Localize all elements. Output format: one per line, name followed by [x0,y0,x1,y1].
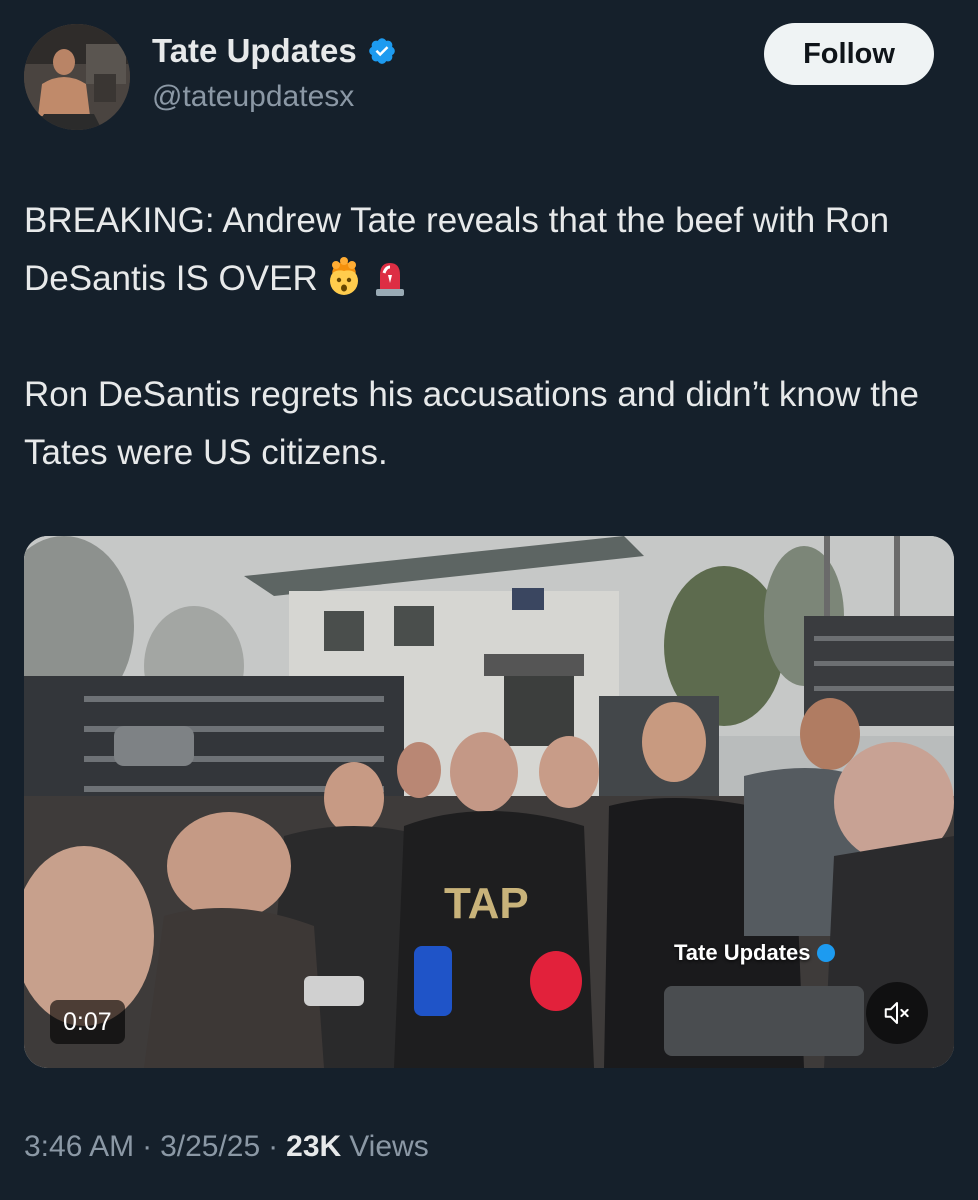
verified-badge-icon [367,36,397,66]
police-light-emoji-icon [370,257,410,297]
tweet-paragraph-2: Ron DeSantis regrets his accusations and… [24,375,919,472]
exploding-head-emoji-icon [324,257,364,297]
video-duration-badge: 0:07 [50,1000,125,1044]
profile-photo [24,24,130,130]
views-label: Views [349,1130,429,1163]
svg-text:TAP: TAP [444,879,529,928]
video-watermark-text: Tate Updates [674,940,811,965]
views-count[interactable]: 23K [286,1130,341,1164]
tweet-paragraph-1-text: BREAKING: Andrew Tate reveals that the b… [24,201,890,298]
tweet-date[interactable]: 3/25/25 [160,1130,260,1164]
follow-button[interactable]: Follow [764,23,934,85]
video-frame: TAP [24,536,954,1068]
meta-separator: · [268,1130,279,1163]
mute-toggle-button[interactable] [866,982,928,1044]
speaker-muted-icon [884,1002,909,1024]
author-avatar[interactable] [24,24,130,130]
tweet-time[interactable]: 3:46 AM [24,1130,134,1164]
author-name-row: Tate Updates [152,32,397,70]
video-watermark: Tate Updates [674,940,835,966]
tweet-paragraph-1: BREAKING: Andrew Tate reveals that the b… [24,192,944,308]
author-display-name[interactable]: Tate Updates [152,32,357,70]
tweet-meta: 3:46 AM · 3/25/25 · 23K Views [24,1130,429,1164]
tweet-text: BREAKING: Andrew Tate reveals that the b… [24,192,944,482]
meta-separator: · [142,1130,153,1163]
author-handle[interactable]: @tateupdatesx [152,80,354,114]
watermark-verified-icon [816,944,835,962]
video-player[interactable]: TAP Tate Updates 0:07 [24,536,954,1068]
